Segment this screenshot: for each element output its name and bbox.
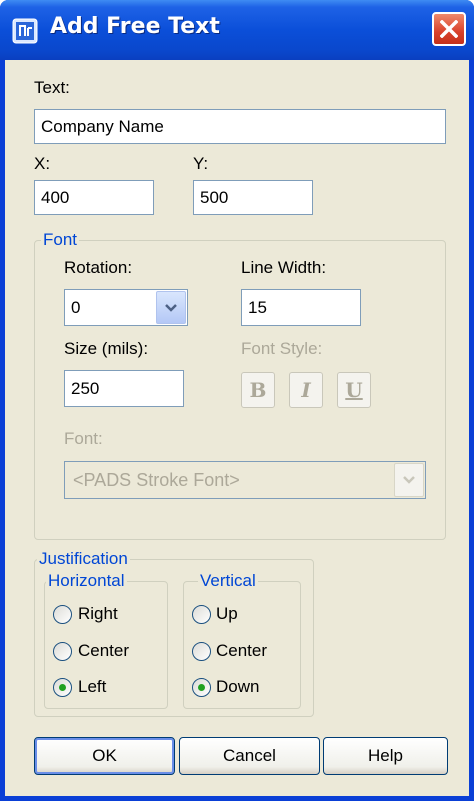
radio-selected-dot <box>198 684 205 691</box>
y-label: Y: <box>193 154 209 173</box>
chevron-down-icon <box>165 303 177 312</box>
horizontal-right-label[interactable]: Right <box>78 604 118 624</box>
italic-button[interactable]: I <box>289 372 323 408</box>
radio-selected-dot <box>59 684 66 691</box>
font-style-label: Font Style: <box>241 339 323 358</box>
horizontal-left-label[interactable]: Left <box>78 677 106 697</box>
size-label: Size (mils): <box>64 339 149 358</box>
horizontal-right-radio[interactable] <box>53 605 72 624</box>
rotation-value: 0 <box>71 297 81 317</box>
font-dropdown-button[interactable] <box>394 463 424 497</box>
chevron-down-icon <box>403 476 415 484</box>
x-label: X: <box>34 154 51 173</box>
vertical-group-title: Vertical <box>198 571 258 591</box>
font-combobox[interactable]: <PADS Stroke Font> <box>64 461 426 499</box>
app-icon <box>12 18 38 44</box>
font-value: <PADS Stroke Font> <box>73 469 240 490</box>
dialog-title: Add Free Text <box>50 14 220 39</box>
title-bar[interactable]: Add Free Text <box>0 0 474 60</box>
vertical-down-radio[interactable] <box>192 678 211 697</box>
ok-button[interactable]: OK <box>34 737 175 775</box>
close-icon <box>440 20 458 38</box>
size-input[interactable]: 250 <box>64 370 184 407</box>
x-input[interactable]: 400 <box>34 180 154 215</box>
horizontal-left-radio[interactable] <box>53 678 72 697</box>
rotation-dropdown-button[interactable] <box>156 291 186 324</box>
cancel-button[interactable]: Cancel <box>179 737 320 775</box>
text-label: Text: <box>34 78 70 97</box>
line-width-input[interactable]: 15 <box>241 289 361 326</box>
help-button[interactable]: Help <box>323 737 448 775</box>
vertical-center-label[interactable]: Center <box>216 641 267 661</box>
bold-button[interactable]: B <box>241 372 275 408</box>
dialog-window: Add Free Text Text: Company Name X: 400 … <box>0 0 474 801</box>
rotation-label: Rotation: <box>64 258 133 277</box>
horizontal-center-radio[interactable] <box>53 642 72 661</box>
vertical-center-radio[interactable] <box>192 642 211 661</box>
line-width-label: Line Width: <box>241 258 327 277</box>
font-group-title: Font <box>41 230 80 250</box>
vertical-up-radio[interactable] <box>192 605 211 624</box>
horizontal-group-title: Horizontal <box>46 571 127 591</box>
dialog-body: Text: Company Name X: 400 Y: 500 Font Ro… <box>5 60 469 796</box>
horizontal-center-label[interactable]: Center <box>78 641 129 661</box>
rotation-combobox[interactable]: 0 <box>64 289 188 326</box>
font-label: Font: <box>64 429 103 448</box>
underline-button[interactable]: U <box>337 372 371 408</box>
vertical-down-label[interactable]: Down <box>216 677 259 697</box>
text-input[interactable]: Company Name <box>34 109 446 144</box>
close-button[interactable] <box>432 12 466 46</box>
vertical-up-label[interactable]: Up <box>216 604 238 624</box>
justification-group-title: Justification <box>37 549 130 569</box>
y-input[interactable]: 500 <box>193 180 313 215</box>
